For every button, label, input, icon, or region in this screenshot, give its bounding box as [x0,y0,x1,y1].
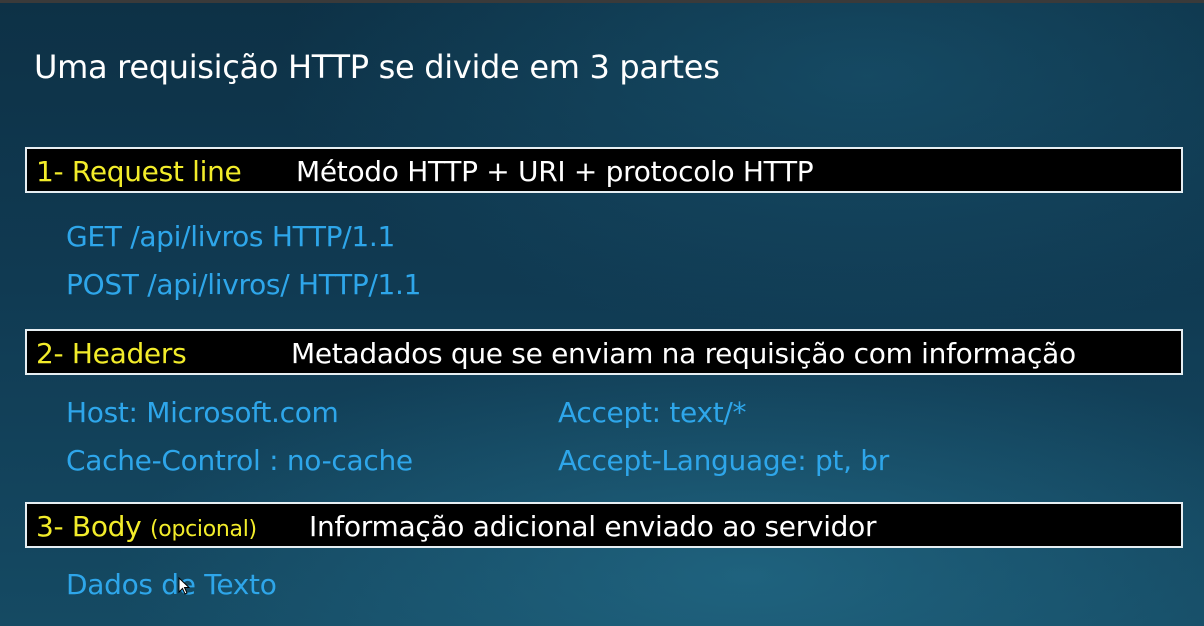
headers-bar: 2- Headers Metadados que se enviam na re… [25,329,1183,375]
request-example-get: GET /api/livros HTTP/1.1 [66,220,396,253]
request-example-post: POST /api/livros/ HTTP/1.1 [66,268,422,301]
body-description: Informação adicional enviado ao servidor [309,510,877,543]
header-accept-language: Accept-Language: pt, br [558,444,889,477]
slide-title: Uma requisição HTTP se divide em 3 parte… [34,48,720,86]
request-line-label: 1- Request line [36,155,242,188]
header-host: Host: Microsoft.com [66,396,339,429]
body-example: Dados de Texto [66,568,277,601]
header-cache-control: Cache-Control : no-cache [66,444,413,477]
headers-description: Metadados que se enviam na requisição co… [291,337,1076,370]
headers-label: 2- Headers [36,337,187,370]
request-line-bar: 1- Request line Método HTTP + URI + prot… [25,147,1183,193]
header-accept: Accept: text/* [558,396,747,429]
mouse-pointer-icon [178,577,190,595]
body-bar: 3- Body (opcional) Informação adicional … [25,502,1183,548]
window-top-strip [0,0,1204,3]
body-optional-note: (opcional) [150,517,257,542]
body-label: 3- Body (opcional) [36,510,257,543]
request-line-description: Método HTTP + URI + protocolo HTTP [296,155,814,188]
